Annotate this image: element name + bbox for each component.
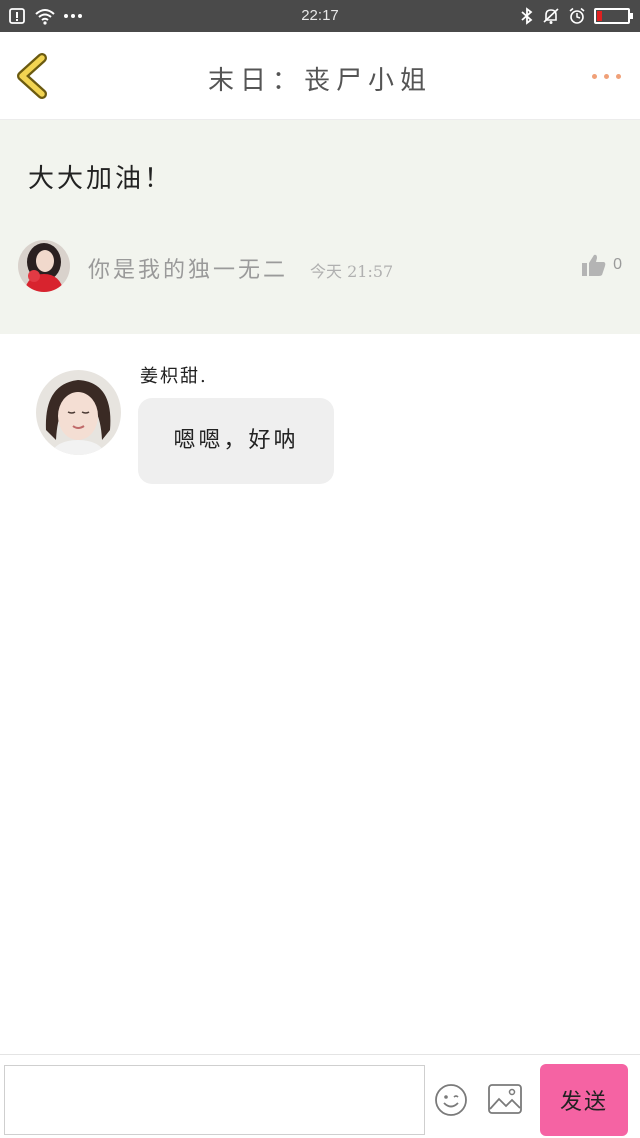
message-input[interactable] [4, 1065, 425, 1135]
post-time: 今天 21:57 [310, 262, 394, 281]
mute-bell-icon [543, 8, 559, 24]
like-button[interactable]: 0 [581, 252, 622, 278]
message-bubble[interactable]: 嗯嗯，好呐 [138, 398, 334, 484]
message-sender-name: 姜枳甜. [140, 366, 208, 387]
page-title: 末日：丧尸小姐 [207, 66, 432, 96]
status-bar-right [520, 6, 633, 26]
like-count: 0 [613, 256, 622, 273]
emoji-button[interactable] [434, 1083, 468, 1117]
message-sender-avatar[interactable] [36, 370, 121, 455]
more-button[interactable] [586, 62, 626, 90]
message-text: 嗯嗯，好呐 [173, 428, 299, 453]
status-bar: 22:17 [0, 0, 640, 32]
post-text: 大大加油！ [28, 164, 174, 194]
thumbs-up-icon [582, 254, 606, 276]
post-author-name[interactable]: 你是我的独一无二 [88, 252, 288, 284]
quoted-post: 大大加油！ 你是我的独一无二 今天 21:57 0 [0, 120, 640, 334]
input-bar: 发送 [0, 1054, 640, 1138]
alarm-icon [569, 7, 585, 24]
image-icon [488, 1084, 522, 1114]
post-author-avatar[interactable] [18, 240, 70, 292]
image-button[interactable] [487, 1083, 523, 1115]
nav-header: 末日：丧尸小姐 [0, 32, 640, 120]
battery-icon [594, 8, 633, 24]
battery-level [597, 11, 602, 21]
more-dots-icon [591, 73, 597, 79]
send-button[interactable]: 发送 [540, 1064, 628, 1136]
bluetooth-icon [521, 7, 533, 25]
emoji-icon [435, 1084, 467, 1116]
